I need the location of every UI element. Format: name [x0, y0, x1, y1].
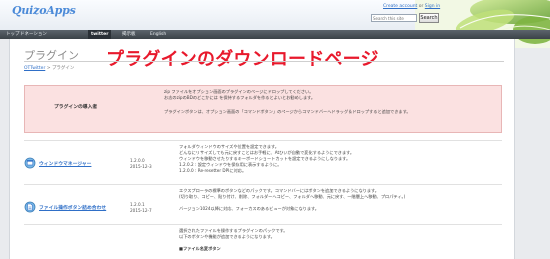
breadcrumb-root-link[interactable]: OTTwitter	[24, 66, 45, 71]
row-divider	[24, 224, 502, 225]
sign-in-link[interactable]: Sign in	[425, 4, 440, 9]
plugin-version: 1.2.0.0	[130, 158, 145, 163]
top-nav: トップ ドネーション twitter 掲示板 English	[0, 30, 550, 39]
nav-item-twitter[interactable]: twitter	[88, 30, 112, 39]
file-operations-icon	[24, 201, 36, 213]
install-instructions-line: お志のzipのBDのどこかには を保持するフォルダを作るとよいとお勧めします。	[164, 95, 316, 100]
site-header: QuizoApps Create account or Sign in Sear…	[0, 0, 550, 48]
plugin-description-line: (切り取り、コピー、貼り付け、削除、フォルダーへコピー、フォルダへ移動、元に戻す…	[179, 194, 406, 199]
search-button[interactable]: Search	[419, 13, 439, 23]
title-divider	[24, 61, 504, 62]
content-panel: プラグイン プラグインのダウンロードページ OTTwitter > プラグイン …	[9, 39, 515, 259]
plugin-description-line: ■ファイル名変ボタン	[179, 246, 221, 251]
row-divider	[24, 184, 502, 185]
breadcrumb-separator: >	[45, 66, 52, 71]
nav-item-board[interactable]: 掲示板	[122, 30, 136, 39]
install-instructions-label: プラグインの導入者	[54, 105, 98, 110]
window-manager-icon	[24, 157, 36, 169]
install-instructions-line: プラグインボタンは、オプション画面の「コマンドボタン」のページからコマンドバーへ…	[164, 109, 411, 114]
nav-item-donation[interactable]: ドネーション	[20, 30, 47, 39]
download-page-overlay-title: プラグインのダウンロードページ	[106, 49, 379, 70]
breadcrumb: OTTwitter > プラグイン	[24, 65, 74, 71]
plugin-description-line: バージョン1024以降に対応、フォーカスのあるビューが対象になります。	[179, 206, 319, 211]
nav-item-english[interactable]: English	[150, 30, 166, 39]
plugin-description-line: 1.2.0.0 : Re-resetter DPIに対応。	[179, 168, 247, 173]
account-links: Create account or Sign in	[383, 4, 441, 9]
site-logo[interactable]: QuizoApps	[12, 4, 76, 17]
plugin-description-line: 以下のボタンや機能が追加できるようになります。	[179, 234, 275, 239]
plugin-date: 2015-12-7	[130, 208, 152, 213]
row-divider	[24, 140, 502, 141]
plugin-name-link[interactable]: ファイル操作ボタン詰め合わせ	[39, 204, 106, 211]
breadcrumb-current: プラグイン	[51, 66, 75, 71]
plugin-date: 2015-12-3	[130, 164, 152, 169]
create-account-link[interactable]: Create account	[383, 4, 417, 9]
plugin-name-link[interactable]: ウィンドウマネージャー	[39, 160, 91, 167]
nav-item-top[interactable]: トップ	[6, 30, 20, 39]
plugin-version: 1.2.0.1	[130, 202, 145, 207]
search-input[interactable]	[371, 14, 417, 22]
